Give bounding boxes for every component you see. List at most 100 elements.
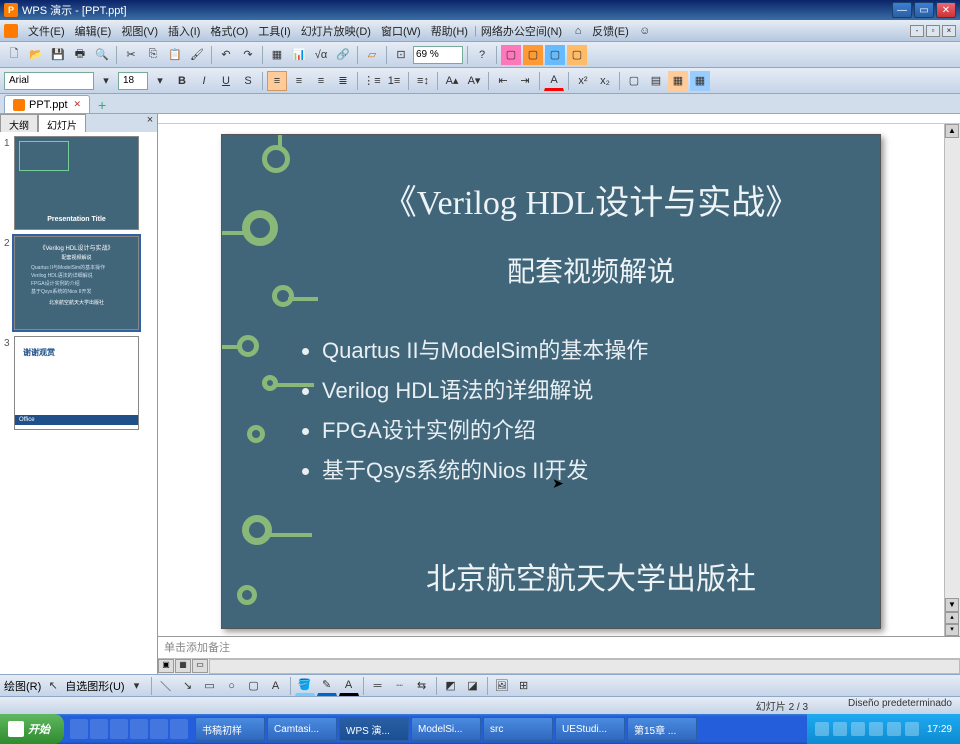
arrow-icon[interactable]: ↘ [178,676,198,696]
oval-icon[interactable]: ○ [222,676,242,696]
feedback-icon[interactable]: ☺ [635,21,655,41]
menu-feedback[interactable]: 反馈(E) [588,21,633,41]
task-button[interactable]: ModelSi... [411,717,481,741]
increase-font-icon[interactable]: A▴ [442,71,462,91]
ql-icon[interactable] [90,719,108,739]
next-slide-icon[interactable]: ▾ [945,624,959,636]
tray-icon[interactable] [869,722,883,736]
slideshow-view-icon[interactable]: ▭ [192,659,208,673]
table-icon[interactable]: ▦ [267,45,287,65]
doctab-active[interactable]: PPT.ppt ✕ [4,95,90,113]
misc3-icon[interactable]: ▢ [545,45,565,65]
task-button[interactable]: 第15章 ... [627,717,697,741]
panel-close-icon[interactable]: × [143,114,157,132]
align-justify-icon[interactable]: ≣ [333,71,353,91]
slide-bullets[interactable]: Quartus II与ModelSim的基本操作 Verilog HDL语法的详… [292,325,860,493]
hyperlink-icon[interactable]: 🔗 [333,45,353,65]
task-button[interactable]: UEStudi... [555,717,625,741]
misc4-icon[interactable]: ▢ [567,45,587,65]
tray-icon[interactable] [815,722,829,736]
italic-button[interactable]: I [194,71,214,91]
task-button-active[interactable]: WPS 演... [339,717,409,741]
bold-button[interactable]: B [172,71,192,91]
ql-icon[interactable] [110,719,128,739]
open-icon[interactable]: 📂 [26,45,46,65]
format-painter-icon[interactable]: 🖌 [187,45,207,65]
numbering-icon[interactable]: 1≡ [384,71,404,91]
underline-button[interactable]: U [216,71,236,91]
equation-icon[interactable]: √α [311,45,331,65]
start-button[interactable]: 开始 [0,714,64,744]
line-style-icon[interactable]: ═ [368,676,388,696]
autoshape-dropdown-icon[interactable]: ▾ [127,676,147,696]
bullets-icon[interactable]: ⋮≡ [362,71,382,91]
sorter-view-icon[interactable]: ▦ [175,659,191,673]
redo-icon[interactable]: ↷ [238,45,258,65]
scroll-down-icon[interactable]: ▼ [945,598,959,612]
notes-pane[interactable]: 单击添加备注 [158,636,960,658]
wordart-icon[interactable]: A [266,676,286,696]
horizontal-scrollbar[interactable] [209,659,960,674]
line-color-icon[interactable]: ✎ [317,676,337,696]
mdi-close-button[interactable]: × [942,25,956,37]
menu-netspace[interactable]: 网络办公空间(N) [477,21,566,41]
superscript-icon[interactable]: x² [573,71,593,91]
menu-view[interactable]: 视图(V) [117,21,162,41]
align-objects-icon[interactable]: ⊞ [514,676,534,696]
dash-style-icon[interactable]: ┈ [390,676,410,696]
tray-icon[interactable] [851,722,865,736]
run-slideshow-icon[interactable]: ▱ [362,45,382,65]
maximize-button[interactable]: ▭ [914,2,934,18]
ql-icon[interactable] [150,719,168,739]
slide-title[interactable]: 《Verilog HDL设计与实战》 [322,175,860,224]
align-right-icon[interactable]: ≡ [311,71,331,91]
print-icon[interactable]: 🖶 [70,45,90,65]
align-left-icon[interactable]: ≡ [267,71,287,91]
font-combo[interactable] [4,72,94,90]
font-color-icon[interactable]: A [544,71,564,91]
menu-insert[interactable]: 插入(I) [164,21,204,41]
font-dropdown-icon[interactable]: ▾ [96,71,116,91]
size-dropdown-icon[interactable]: ▾ [150,71,170,91]
prev-slide-icon[interactable]: ▴ [945,612,959,624]
indent-icon[interactable]: ⇥ [515,71,535,91]
task-button[interactable]: src [483,717,553,741]
cut-icon[interactable]: ✂ [121,45,141,65]
insert-pic-icon[interactable]: 🖼 [492,676,512,696]
menu-tools[interactable]: 工具(I) [254,21,294,41]
copy-icon[interactable]: ⎘ [143,45,163,65]
current-slide[interactable]: 《Verilog HDL设计与实战》 配套视频解说 Quartus II与Mod… [221,134,881,629]
undo-icon[interactable]: ↶ [216,45,236,65]
3d-style-icon[interactable]: ◪ [463,676,483,696]
text-color-icon[interactable]: A [339,676,359,696]
home-icon[interactable]: ⌂ [568,21,588,41]
slide-thumb-1[interactable]: Presentation Title [14,136,139,230]
new-slide-icon[interactable]: ▢ [624,71,644,91]
slide-canvas[interactable]: 《Verilog HDL设计与实战》 配套视频解说 Quartus II与Mod… [158,124,944,636]
task-button[interactable]: 书稿初样 [195,717,265,741]
draw-menu[interactable]: 绘图(R) [4,678,41,694]
fill-color-icon[interactable]: 🪣 [295,676,315,696]
line-icon[interactable]: ＼ [156,676,176,696]
slide-publisher[interactable]: 北京航空航天大学出版社 [322,554,860,598]
misc1-icon[interactable]: ▢ [501,45,521,65]
layout-icon[interactable]: ▤ [646,71,666,91]
align-center-icon[interactable]: ≡ [289,71,309,91]
outdent-icon[interactable]: ⇤ [493,71,513,91]
misc2-icon[interactable]: ▢ [523,45,543,65]
normal-view-icon[interactable]: ▣ [158,659,174,673]
menu-format[interactable]: 格式(O) [206,21,252,41]
newtab-button[interactable]: + [94,97,110,113]
shadow-style-icon[interactable]: ◩ [441,676,461,696]
slide-subtitle[interactable]: 配套视频解说 [322,250,860,290]
tab-outline[interactable]: 大纲 [0,114,38,132]
tray-icon[interactable] [887,722,901,736]
autoshape-menu[interactable]: 自选图形(U) [65,678,124,694]
close-button[interactable]: ✕ [936,2,956,18]
slide-thumb-2[interactable]: 《Verilog HDL设计与实战》 配套视频解说 Quartus II与Mod… [14,236,139,330]
ql-icon[interactable] [130,719,148,739]
mdi-minimize-button[interactable]: - [910,25,924,37]
ql-icon[interactable] [70,719,88,739]
select-icon[interactable]: ↖ [43,676,63,696]
slide-thumb-3[interactable]: 谢谢观赏 Office [14,336,139,430]
